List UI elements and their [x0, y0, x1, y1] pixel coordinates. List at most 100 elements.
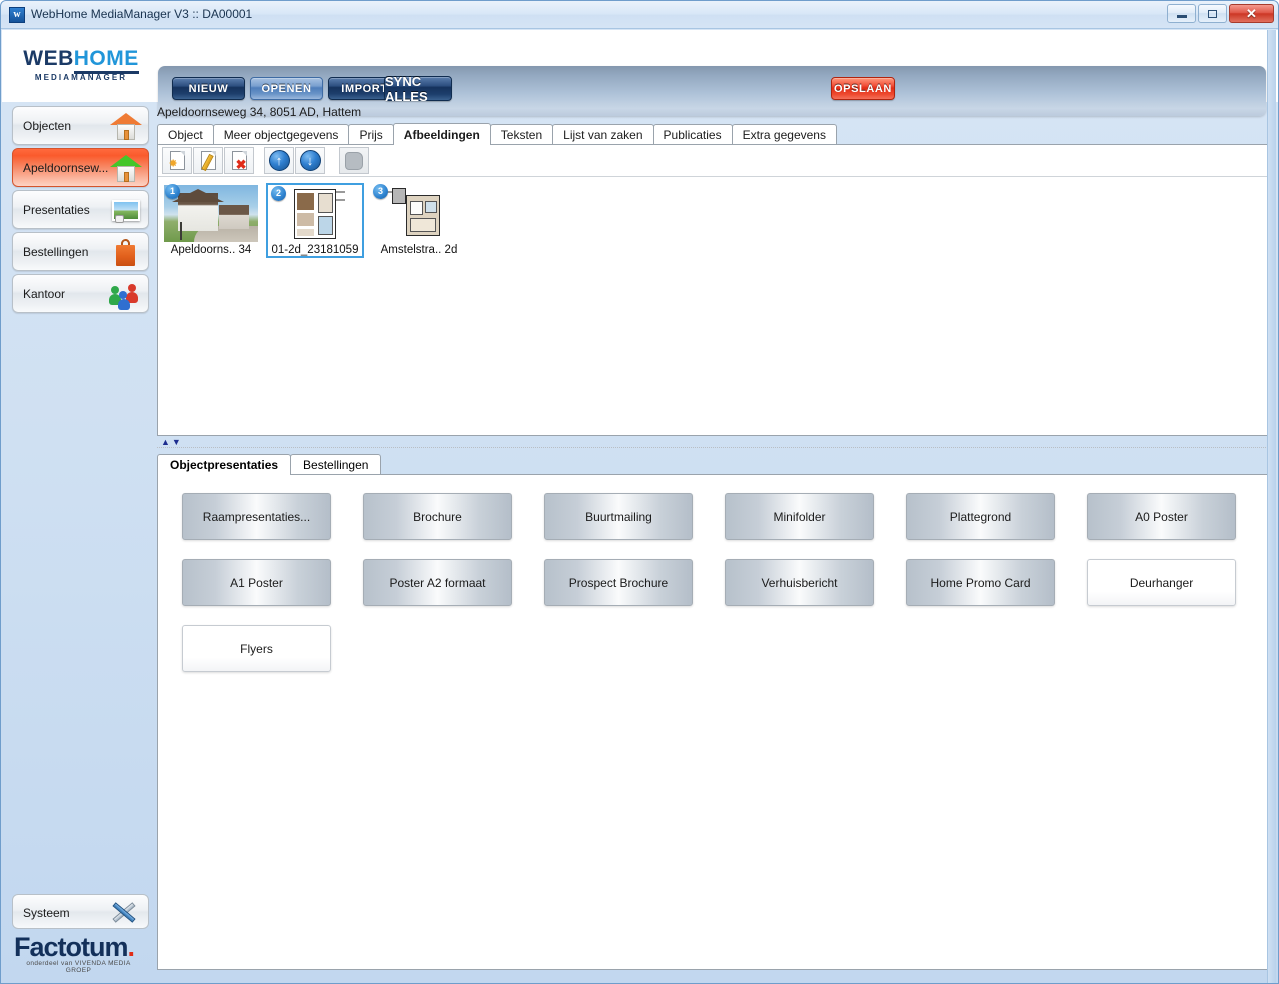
tab-extra-gegevens[interactable]: Extra gegevens: [731, 124, 837, 144]
maximize-button[interactable]: [1198, 4, 1227, 23]
thumbnail-item[interactable]: 1 Apeldoorns.. 34: [162, 183, 260, 258]
tab-prijs[interactable]: Prijs: [348, 124, 394, 144]
sidebar-item-kantoor-label: Kantoor: [23, 287, 66, 301]
tab-extra-gegevens-label: Extra gegevens: [742, 127, 826, 142]
thumbnail-item[interactable]: 3 Amstelstra.. 2d: [370, 183, 468, 258]
tab-meer-objectgegevens-label: Meer objectgegevens: [223, 127, 339, 142]
presentation-button-flyers[interactable]: Flyers: [182, 625, 331, 672]
presentation-button-a0-poster[interactable]: A0 Poster: [1087, 493, 1236, 540]
move-down-button[interactable]: ↓: [295, 147, 325, 174]
thumbnail-badge: 3: [373, 184, 388, 199]
presentation-button-label: Buurtmailing: [585, 509, 652, 524]
sidebar-item-apeldoornsew[interactable]: Apeldoornsew...: [12, 148, 149, 187]
tab-objectpresentaties[interactable]: Objectpresentaties: [157, 454, 292, 475]
presentations-panel: Raampresentaties... Brochure Buurtmailin…: [157, 475, 1268, 970]
move-up-button[interactable]: ↑: [264, 147, 294, 174]
sidebar-item-systeem-label: Systeem: [23, 906, 70, 920]
sidebar-footer: Systeem Factotum. onderdeel van VIVENDA …: [12, 894, 149, 974]
delete-image-icon: ✖: [231, 151, 247, 171]
watermark-button[interactable]: [339, 147, 369, 174]
presentation-button-label: A1 Poster: [230, 575, 283, 590]
delete-image-button[interactable]: ✖: [224, 147, 254, 174]
tab-meer-objectgegevens[interactable]: Meer objectgegevens: [212, 124, 350, 144]
presentation-button-label: Minifolder: [773, 509, 826, 524]
house-orange-icon: [110, 112, 142, 141]
splitter-arrows-icon[interactable]: ▲▼: [161, 437, 183, 447]
sidebar-item-objecten-label: Objecten: [23, 119, 72, 133]
presentation-button-home-promo-card[interactable]: Home Promo Card: [906, 559, 1055, 606]
photo-camera-icon: [110, 196, 142, 225]
tab-teksten[interactable]: Teksten: [489, 124, 554, 144]
presentation-button-plattegrond[interactable]: Plattegrond: [906, 493, 1055, 540]
presentation-button-minifolder[interactable]: Minifolder: [725, 493, 874, 540]
brand-web-text: WEB: [23, 47, 74, 70]
presentation-button-raampresentaties[interactable]: Raampresentaties...: [182, 493, 331, 540]
thumbnail-caption: Apeldoorns.. 34: [170, 244, 252, 256]
sidebar-item-systeem[interactable]: Systeem: [12, 894, 149, 929]
minimize-icon: [1176, 15, 1187, 18]
presentation-button-buurtmailing[interactable]: Buurtmailing: [544, 493, 693, 540]
presentation-button-label: Raampresentaties...: [202, 509, 311, 524]
header-bar: WEBHOME MEDIAMANAGER NIEUW OPENEN IMPORT…: [2, 30, 1278, 116]
presentation-button-label: Poster A2 formaat: [389, 575, 486, 590]
sidebar-item-bestellingen[interactable]: Bestellingen: [12, 232, 149, 271]
presentation-button-label: Prospect Brochure: [568, 575, 669, 590]
object-tabs: Object Meer objectgegevens Prijs Afbeeld…: [157, 123, 1268, 145]
toolbar-button-nieuw[interactable]: NIEUW: [172, 77, 245, 100]
brand-logo: WEBHOME MEDIAMANAGER: [14, 47, 148, 82]
new-image-button[interactable]: ✸: [162, 147, 192, 174]
thumbnail-caption: Amstelstra.. 2d: [380, 244, 458, 256]
presentation-button-label: A0 Poster: [1135, 509, 1188, 524]
brand-subtitle: MEDIAMANAGER: [34, 73, 128, 82]
tab-publicaties[interactable]: Publicaties: [652, 124, 733, 144]
factotum-subtitle: onderdeel van VIVENDA MEDIA GROEP: [26, 960, 131, 974]
window-scrollbar[interactable]: [1267, 30, 1276, 983]
presentation-button-deurhanger[interactable]: Deurhanger: [1087, 559, 1236, 606]
image-toolbar: ✸ ✖ ↑ ↓: [158, 145, 1267, 177]
window-title: WebHome MediaManager V3 :: DA00001: [31, 7, 253, 21]
thumbnail-list: 1 Apeldoorns.. 34 2 01-2d_23181059 3 Ams…: [158, 177, 1267, 258]
main-content: Apeldoornseweg 34, 8051 AD, Hattem Objec…: [157, 105, 1268, 970]
presentation-button-label: Verhuisbericht: [761, 575, 838, 590]
close-button[interactable]: ✕: [1229, 4, 1274, 23]
toolbar-button-sync-alles[interactable]: SYNC ALLES: [384, 74, 452, 104]
sidebar-item-presentaties[interactable]: Presentaties: [12, 190, 149, 229]
tab-lijst-van-zaken[interactable]: Lijst van zaken: [552, 124, 654, 144]
presentation-button-verhuisbericht[interactable]: Verhuisbericht: [725, 559, 874, 606]
toolbar-button-openen[interactable]: OPENEN: [250, 77, 323, 100]
tab-object[interactable]: Object: [157, 124, 214, 144]
edit-image-button[interactable]: [193, 147, 223, 174]
object-address: Apeldoornseweg 34, 8051 AD, Hattem: [157, 105, 362, 119]
maximize-icon: [1208, 9, 1217, 18]
thumbnail-badge: 1: [165, 184, 180, 199]
move-down-icon: ↓: [299, 150, 321, 171]
tab-afbeeldingen-label: Afbeeldingen: [403, 127, 480, 142]
tab-bestellingen-label: Bestellingen: [303, 457, 369, 472]
panel-splitter[interactable]: ▲▼: [157, 437, 1268, 448]
tab-prijs-label: Prijs: [359, 127, 383, 142]
presentation-button-prospect-brochure[interactable]: Prospect Brochure: [544, 559, 693, 606]
factotum-logo: Factotum. onderdeel van VIVENDA MEDIA GR…: [12, 932, 149, 975]
presentation-button-brochure[interactable]: Brochure: [363, 493, 512, 540]
presentation-button-label: Brochure: [413, 509, 462, 524]
tab-objectpresentaties-label: Objectpresentaties: [170, 458, 279, 472]
presentation-button-poster-a2-formaat[interactable]: Poster A2 formaat: [363, 559, 512, 606]
sidebar-item-kantoor[interactable]: Kantoor: [12, 274, 149, 313]
tab-bestellingen[interactable]: Bestellingen: [290, 454, 382, 474]
brand-home-text: HOME: [73, 47, 139, 74]
tab-publicaties-label: Publicaties: [663, 127, 722, 142]
sidebar-item-objecten[interactable]: Objecten: [12, 106, 149, 145]
thumbnail-caption: 01-2d_23181059: [268, 244, 362, 256]
move-up-icon: ↑: [268, 150, 290, 171]
toolbar-button-import-label: IMPORT: [341, 82, 388, 95]
factotum-name: Factotum: [14, 932, 128, 962]
thumbnail-badge: 2: [271, 186, 286, 201]
window-controls: ✕: [1167, 4, 1274, 23]
edit-image-icon: [200, 151, 216, 172]
tab-afbeeldingen[interactable]: Afbeeldingen: [392, 123, 491, 145]
sidebar-item-bestellingen-label: Bestellingen: [23, 245, 89, 259]
toolbar-button-opslaan[interactable]: OPSLAAN: [831, 77, 895, 100]
presentation-button-a1-poster[interactable]: A1 Poster: [182, 559, 331, 606]
minimize-button[interactable]: [1167, 4, 1196, 23]
thumbnail-item[interactable]: 2 01-2d_23181059: [266, 183, 364, 258]
